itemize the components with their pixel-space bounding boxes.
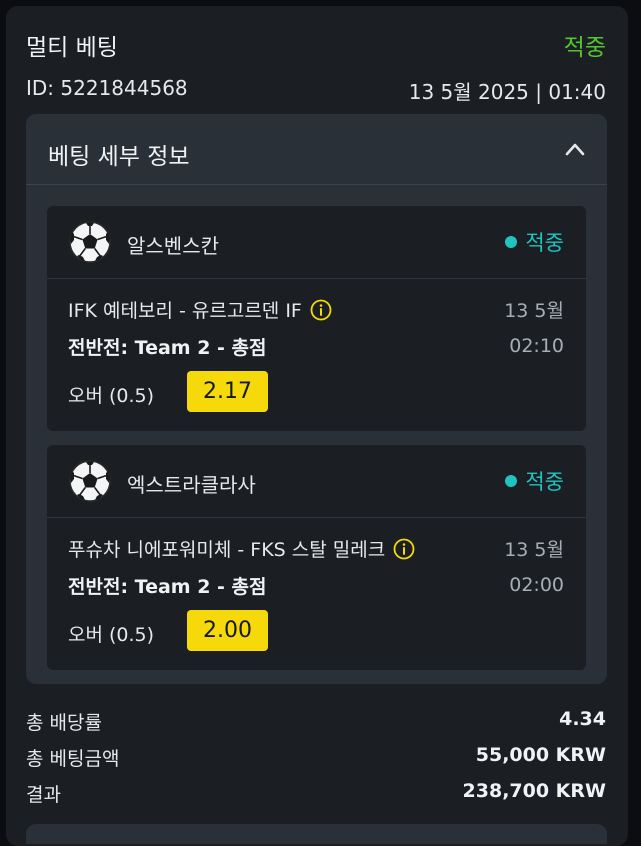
chevron-up-icon[interactable] xyxy=(565,142,585,156)
leg-status-label: 적중 xyxy=(525,470,564,494)
info-icon[interactable] xyxy=(310,299,332,321)
leg-status: 적중 xyxy=(505,466,564,496)
bet-card: 멀티 베팅 적중 ID: 5221844568 13 5월 2025 | 01:… xyxy=(6,6,628,846)
bet-datetime: 13 5월 2025 | 01:40 xyxy=(408,80,606,104)
bet-details-toggle[interactable]: 베팅 세부 정보 xyxy=(26,114,607,185)
market-name: 전반전: Team 2 - 총점 xyxy=(68,337,267,359)
leg-header: 알스벤스칸 적중 xyxy=(47,206,586,279)
selection-label: 오버 (0.5) xyxy=(68,385,155,407)
bet-status-badge: 적중 xyxy=(563,35,606,61)
status-dot-icon xyxy=(505,236,518,248)
leg-date: 13 5월 xyxy=(504,539,564,561)
bet-leg: 엑스트라클라사 적중 푸슈차 니에포워미체 - FKS 스탈 밀레크 13 5월… xyxy=(47,445,586,670)
selection-label: 오버 (0.5) xyxy=(68,624,155,646)
league-name: 알스벤스칸 xyxy=(127,234,219,258)
leg-header: 엑스트라클라사 적중 xyxy=(47,445,586,518)
match-name: IFK 예테보리 - 유르고르덴 IF xyxy=(68,300,302,322)
total-odds-label: 총 배당률 xyxy=(26,712,102,734)
total-stake-value: 55,000 KRW xyxy=(475,744,606,766)
soccer-ball-icon xyxy=(69,460,111,502)
league-name: 엑스트라클라사 xyxy=(127,473,256,497)
leg-status-label: 적중 xyxy=(525,231,564,255)
bet-leg: 알스벤스칸 적중 IFK 예테보리 - 유르고르덴 IF 13 5월 전반전: … xyxy=(47,206,586,431)
status-dot-icon xyxy=(505,475,518,487)
result-value: 238,700 KRW xyxy=(462,780,606,802)
odds-badge: 2.17 xyxy=(187,371,268,412)
info-icon[interactable] xyxy=(393,538,415,560)
bet-type-title: 멀티 베팅 xyxy=(26,35,118,61)
leg-time: 02:10 xyxy=(509,335,564,357)
odds-badge: 2.00 xyxy=(187,610,268,651)
leg-status: 적중 xyxy=(505,227,564,257)
match-name: 푸슈차 니에포워미체 - FKS 스탈 밀레크 xyxy=(68,539,386,561)
result-label: 결과 xyxy=(26,784,61,806)
leg-date: 13 5월 xyxy=(504,300,564,322)
bet-details-panel: 베팅 세부 정보 알스벤스칸 적중 IFK 예테보리 - 유르고르덴 IF 13… xyxy=(26,114,607,684)
bet-details-title: 베팅 세부 정보 xyxy=(48,144,190,170)
total-odds-value: 4.34 xyxy=(559,708,606,730)
soccer-ball-icon xyxy=(69,221,111,263)
total-stake-label: 총 베팅금액 xyxy=(26,748,120,770)
market-name: 전반전: Team 2 - 총점 xyxy=(68,576,267,598)
match-row: 푸슈차 니에포워미체 - FKS 스탈 밀레크 xyxy=(68,535,415,562)
bet-id: ID: 5221844568 xyxy=(26,76,188,100)
leg-time: 02:00 xyxy=(509,574,564,596)
next-section-edge xyxy=(26,824,607,844)
match-row: IFK 예테보리 - 유르고르덴 IF xyxy=(68,296,332,323)
